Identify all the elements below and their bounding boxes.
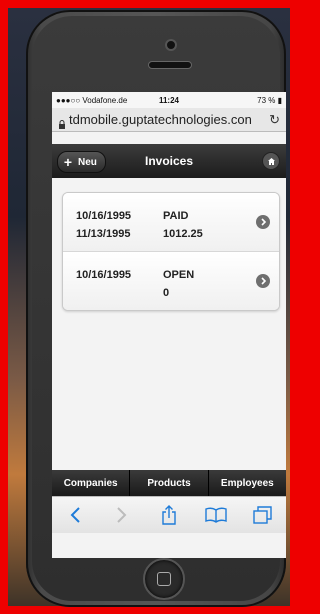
invoice-amount: 0	[163, 287, 170, 299]
home-button[interactable]	[143, 558, 185, 600]
phone-screen: ●●●○○ Vodafone.de 11:24 73 % ▮ tdmobile.…	[52, 92, 286, 558]
due-date: 11/13/1995	[76, 228, 131, 240]
status-column: OPEN 0	[163, 266, 194, 302]
list-item[interactable]: 10/16/1995 11/13/1995 PAID 1012.25	[63, 193, 279, 252]
earpiece-speaker	[148, 61, 192, 69]
invoice-status: PAID	[163, 210, 189, 222]
list-item[interactable]: 10/16/1995 OPEN 0	[63, 252, 279, 310]
invoice-status: OPEN	[163, 269, 195, 281]
chevron-right-icon[interactable]	[256, 274, 270, 288]
back-icon[interactable]	[62, 502, 88, 528]
home-icon[interactable]	[262, 152, 280, 170]
dates-column: 10/16/1995 11/13/1995	[76, 207, 131, 243]
battery-percent: 73 %	[257, 95, 276, 105]
nav-products[interactable]: Products	[130, 470, 209, 496]
carrier-label: ●●●○○ Vodafone.de	[56, 95, 128, 105]
new-button[interactable]: + Neu	[57, 151, 106, 173]
plus-icon: +	[63, 154, 73, 170]
dates-column: 10/16/1995	[76, 266, 131, 284]
page-header: + Neu Invoices	[52, 144, 286, 178]
home-square-icon	[157, 572, 171, 586]
url-text[interactable]: tdmobile.guptatechnologies.con	[69, 112, 267, 127]
clock: 11:24	[158, 95, 179, 105]
invoice-amount: 1012.25	[163, 228, 203, 240]
invoice-list: 10/16/1995 11/13/1995 PAID 1012.25 10/16…	[62, 192, 280, 311]
battery-indicator: 73 % ▮	[257, 95, 282, 105]
nav-employees[interactable]: Employees	[209, 470, 286, 496]
new-button-label: Neu	[78, 156, 97, 168]
bookmarks-icon[interactable]	[203, 502, 229, 528]
reload-icon[interactable]: ↻	[269, 112, 280, 128]
chevron-right-icon[interactable]	[256, 215, 270, 229]
front-camera	[165, 39, 177, 51]
address-bar[interactable]: tdmobile.guptatechnologies.con ↻	[52, 108, 286, 132]
status-bar: ●●●○○ Vodafone.de 11:24 73 % ▮	[52, 92, 286, 108]
invoice-date: 10/16/1995	[76, 210, 132, 222]
share-icon[interactable]	[156, 502, 182, 528]
nav-companies[interactable]: Companies	[52, 470, 131, 496]
forward-icon[interactable]	[109, 502, 135, 528]
status-column: PAID 1012.25	[163, 207, 203, 243]
safari-toolbar	[52, 496, 286, 533]
bottom-navbar: Companies Products Employees	[52, 470, 286, 496]
invoice-date: 10/16/1995	[76, 269, 132, 281]
lock-icon	[58, 116, 66, 129]
tabs-icon[interactable]	[250, 502, 276, 528]
